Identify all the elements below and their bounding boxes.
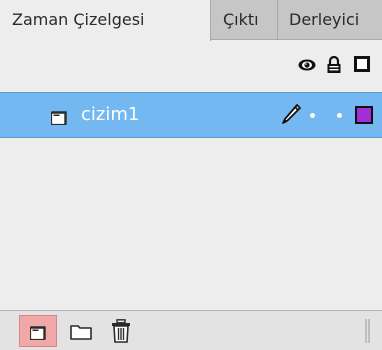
new-layer-icon <box>30 326 46 340</box>
tab-bar: Zaman Çizelgesi Çıktı Derleyici <box>0 0 382 41</box>
tab-output[interactable]: Çıktı <box>211 0 278 40</box>
resize-grip[interactable] <box>364 319 372 343</box>
outline-icon[interactable] <box>354 56 370 72</box>
lock-icon[interactable] <box>326 56 342 74</box>
pencil-icon <box>282 104 301 124</box>
eye-icon[interactable] <box>298 58 316 72</box>
layer-icon <box>51 111 67 125</box>
new-folder-icon <box>70 325 92 340</box>
new-layer-button[interactable] <box>19 315 57 347</box>
delete-icon <box>112 319 130 343</box>
bottom-toolbar <box>0 310 382 350</box>
layer-list: cizim1 <box>0 92 382 310</box>
layer-name[interactable]: cizim1 <box>81 93 139 137</box>
lock-toggle[interactable] <box>337 113 342 118</box>
layer-row[interactable]: cizim1 <box>0 92 382 138</box>
delete-button[interactable] <box>108 315 134 347</box>
tab-compiler[interactable]: Derleyici <box>278 0 382 40</box>
visibility-toggle[interactable] <box>310 113 315 118</box>
layer-color-swatch[interactable] <box>355 106 373 124</box>
layer-header <box>0 41 382 92</box>
timeline-panel: Zaman Çizelgesi Çıktı Derleyici cizim1 <box>0 0 382 350</box>
new-folder-button[interactable] <box>66 315 96 347</box>
tab-timeline[interactable]: Zaman Çizelgesi <box>0 0 211 41</box>
